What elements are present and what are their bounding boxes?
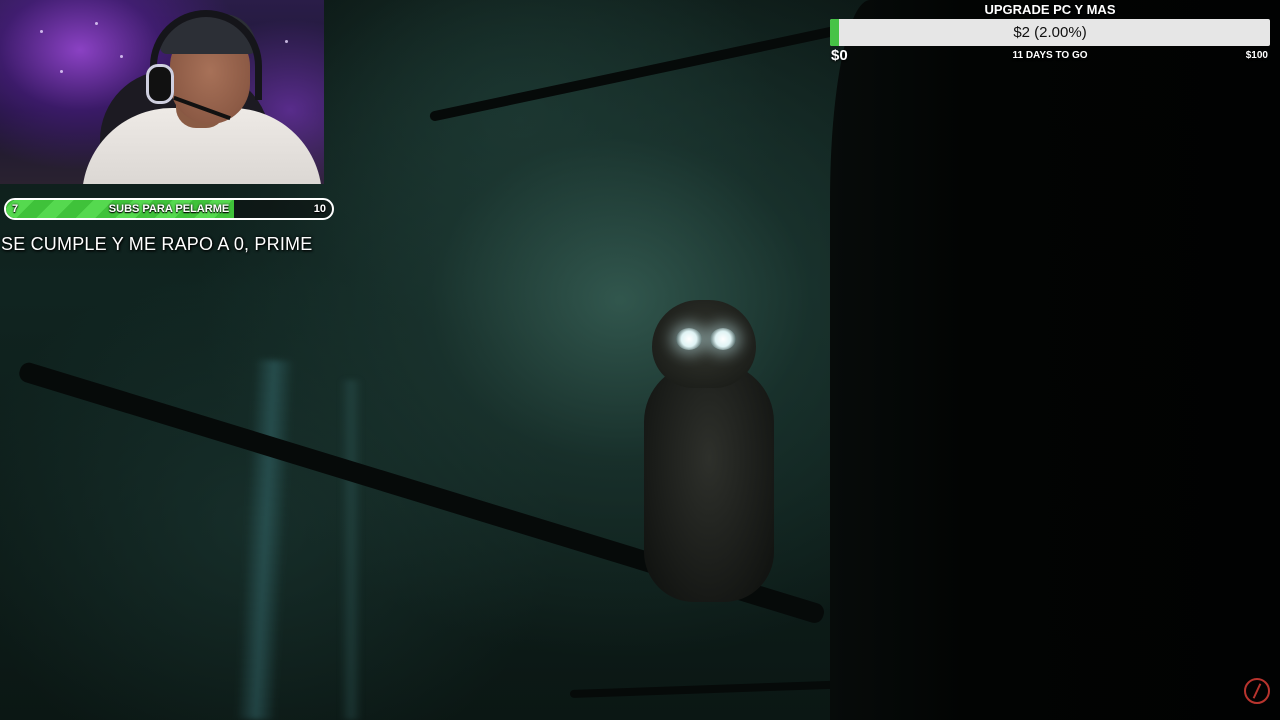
- owl-icon: [640, 300, 780, 610]
- webcam-feed: [0, 0, 324, 184]
- star-decoration: [285, 40, 288, 43]
- star-decoration: [60, 70, 63, 73]
- owl-body: [644, 362, 774, 602]
- subs-goal-label: SUBS PARA PELARME: [108, 203, 230, 215]
- donation-goal-title: UPGRADE PC Y MAS: [984, 2, 1116, 17]
- owl-head: [652, 300, 756, 388]
- foreground-tree-trunk: [830, 0, 1280, 720]
- background-tree-trunk: [340, 380, 362, 720]
- headset-earcup: [146, 64, 174, 104]
- owl-eye-left: [676, 328, 702, 350]
- donation-goal-max: $100: [1245, 50, 1268, 61]
- donation-goal-amount: $2 (2.00%): [1013, 24, 1087, 41]
- donation-goal-bar: $2 (2.00%): [830, 19, 1270, 46]
- star-decoration: [95, 22, 98, 25]
- donation-goal-widget: UPGRADE PC Y MAS $2 (2.00%) $0 11 DAYS T…: [830, 0, 1270, 70]
- star-decoration: [120, 55, 123, 58]
- donation-goal-days-left: 11 DAYS TO GO: [1012, 50, 1088, 61]
- streamer-logo-icon: [1244, 678, 1270, 704]
- subs-goal-bar: 7 SUBS PARA PELARME 10: [4, 198, 334, 220]
- overlay-caption: SE CUMPLE Y ME RAPO A 0, PRIME: [1, 234, 313, 254]
- star-decoration: [40, 30, 43, 33]
- subs-goal-target: 10: [313, 203, 326, 215]
- owl-eye-right: [710, 328, 736, 350]
